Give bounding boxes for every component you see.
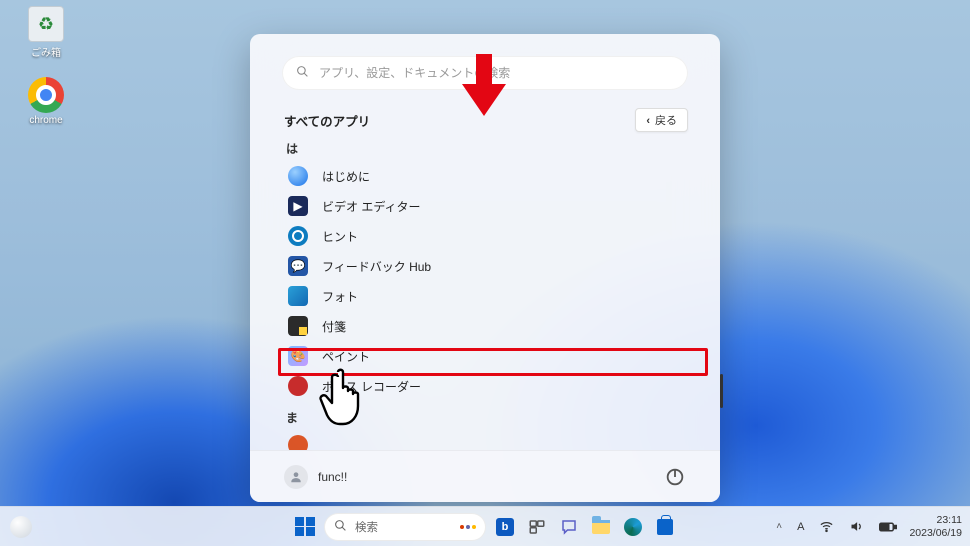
volume-icon[interactable] [846,517,867,536]
section-letter-ha[interactable]: は [286,140,688,157]
app-list: は はじめに ▶ ビデオ エディター ヒント 💬 フィードバック Hub フォト [282,140,688,450]
app-hajimeni[interactable]: はじめに [282,161,688,191]
recorder-icon [288,376,308,396]
search-icon [334,519,347,535]
start-button[interactable] [292,514,318,540]
weather-widget[interactable] [8,514,34,540]
battery-icon[interactable] [876,519,900,535]
scrollbar-thumb[interactable] [720,374,723,408]
power-button[interactable] [664,466,686,488]
photo-icon [288,286,308,306]
search-dots-icon [460,525,476,529]
taskbar-search-label: 検索 [355,519,378,535]
avatar-icon [284,465,308,489]
task-view-button[interactable] [524,514,550,540]
start-menu: すべてのアプリ 戻る は はじめに ▶ ビデオ エディター ヒント 💬 フィード… [250,34,720,502]
app-photos[interactable]: フォト [282,281,688,311]
ime-indicator[interactable]: A [794,519,807,535]
file-explorer-button[interactable] [588,514,614,540]
video-icon: ▶ [288,196,308,216]
app-label: フィードバック Hub [322,258,431,275]
store-icon [657,519,673,535]
app-video-editor[interactable]: ▶ ビデオ エディター [282,191,688,221]
app-label: はじめに [322,168,370,185]
partial-icon [288,435,308,450]
clock[interactable]: 23:11 2023/06/19 [909,514,962,538]
hint-icon [288,226,308,246]
app-hint[interactable]: ヒント [282,221,688,251]
chrome-icon [28,77,64,113]
network-icon[interactable] [816,517,837,536]
sticky-icon [288,316,308,336]
back-label: 戻る [655,115,677,127]
taskbar: 検索 b ˄ A 23:11 2023/06/19 [0,506,970,546]
weather-icon [10,516,32,538]
bing-button[interactable]: b [492,514,518,540]
chrome-label: chrome [29,115,62,126]
app-label: ビデオ エディター [322,198,421,215]
globe-icon [288,166,308,186]
store-button[interactable] [652,514,678,540]
app-label: 付箋 [322,318,346,335]
app-partial[interactable] [282,430,688,450]
edge-button[interactable] [620,514,646,540]
chrome-shortcut[interactable]: chrome [16,77,76,126]
bing-icon: b [496,518,514,536]
windows-logo-icon [295,517,315,537]
start-footer: func!! [250,450,720,502]
search-input[interactable] [319,66,674,80]
chat-icon [560,518,578,536]
app-label: フォト [322,288,358,305]
user-account[interactable]: func!! [284,465,347,489]
edge-icon [624,518,642,536]
app-voice-recorder[interactable]: ボイス レコーダー [282,371,688,401]
app-feedback-hub[interactable]: 💬 フィードバック Hub [282,251,688,281]
feedback-icon: 💬 [288,256,308,276]
chat-button[interactable] [556,514,582,540]
back-button[interactable]: 戻る [635,108,688,132]
app-label: ペイント [322,348,370,365]
app-label: ヒント [322,228,358,245]
user-name: func!! [318,470,347,484]
date: 2023/06/19 [909,527,962,539]
explorer-icon [592,520,610,534]
start-search[interactable] [282,56,688,90]
time: 23:11 [937,514,963,526]
recycle-bin-icon [28,6,64,42]
section-letter-ma[interactable]: ま [286,409,688,426]
paint-icon: 🎨 [288,346,308,366]
app-label: ボイス レコーダー [322,378,421,395]
tray-overflow[interactable]: ˄ [773,519,785,534]
recycle-bin-label: ごみ箱 [31,44,61,59]
all-apps-title: すべてのアプリ [284,111,370,130]
app-paint[interactable]: 🎨 ペイント [282,341,688,371]
desktop-icons: ごみ箱 chrome [16,6,76,126]
app-sticky-notes[interactable]: 付箋 [282,311,688,341]
recycle-bin-shortcut[interactable]: ごみ箱 [16,6,76,59]
task-view-icon [528,518,546,536]
taskbar-search[interactable]: 検索 [324,513,486,541]
search-icon [296,65,309,81]
